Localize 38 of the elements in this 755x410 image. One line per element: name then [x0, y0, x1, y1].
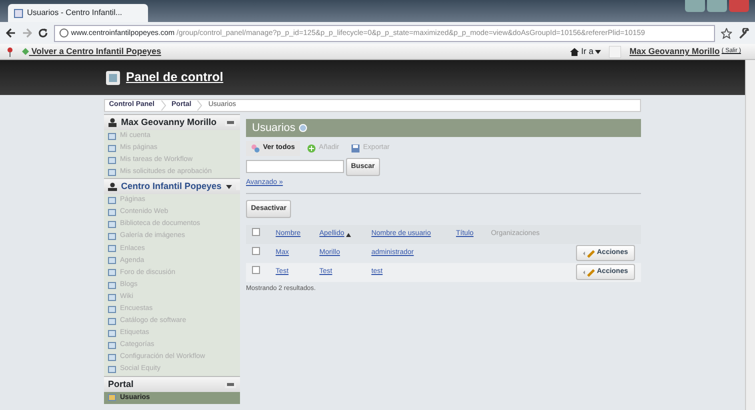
- wrench-icon[interactable]: [738, 28, 749, 38]
- page-title[interactable]: Panel de control: [126, 68, 224, 87]
- page-icon: [14, 8, 23, 18]
- tab-title: Usuarios - Centro Infantil...: [27, 7, 122, 19]
- collapse-button[interactable]: [225, 380, 236, 388]
- browser-tab[interactable]: Usuarios - Centro Infantil...: [8, 4, 148, 22]
- item-icon: [108, 394, 116, 402]
- add-icon: [306, 144, 316, 153]
- scrollbar[interactable]: [745, 60, 755, 410]
- collapse-button[interactable]: [225, 119, 236, 126]
- checkbox[interactable]: [252, 228, 260, 236]
- home-icon: [570, 48, 580, 56]
- logo-icon: [106, 70, 120, 84]
- section-header[interactable]: Portal: [104, 376, 240, 392]
- person-icon: [108, 118, 117, 127]
- checkbox[interactable]: [252, 266, 260, 274]
- star-icon[interactable]: [721, 28, 732, 38]
- help-icon[interactable]: [299, 124, 308, 132]
- diamond-icon: [22, 48, 29, 56]
- caret-icon[interactable]: [226, 184, 232, 189]
- back-icon[interactable]: [6, 28, 16, 38]
- section-header[interactable]: Centro Infantil Popeyes: [104, 178, 240, 194]
- forward-icon[interactable]: [22, 28, 32, 38]
- group-icon: [108, 182, 117, 192]
- pencil-icon: [582, 248, 595, 258]
- checkbox[interactable]: [252, 247, 260, 256]
- panel-title: Usuarios: [252, 120, 296, 136]
- back-link[interactable]: Volver a Centro Infantil Popeyes: [22, 45, 162, 58]
- caret-icon: [595, 50, 602, 54]
- user-link[interactable]: Max Geovanny Morillo: [629, 45, 720, 58]
- section-header[interactable]: Max Geovanny Morillo: [104, 114, 240, 130]
- globe-icon: [59, 28, 69, 38]
- reload-icon[interactable]: [38, 28, 48, 38]
- pin-icon: [6, 46, 14, 56]
- pencil-icon: [582, 268, 595, 277]
- go-to-menu[interactable]: Ir a: [570, 45, 602, 58]
- search-field[interactable]: [246, 160, 344, 174]
- users-icon: [251, 144, 260, 153]
